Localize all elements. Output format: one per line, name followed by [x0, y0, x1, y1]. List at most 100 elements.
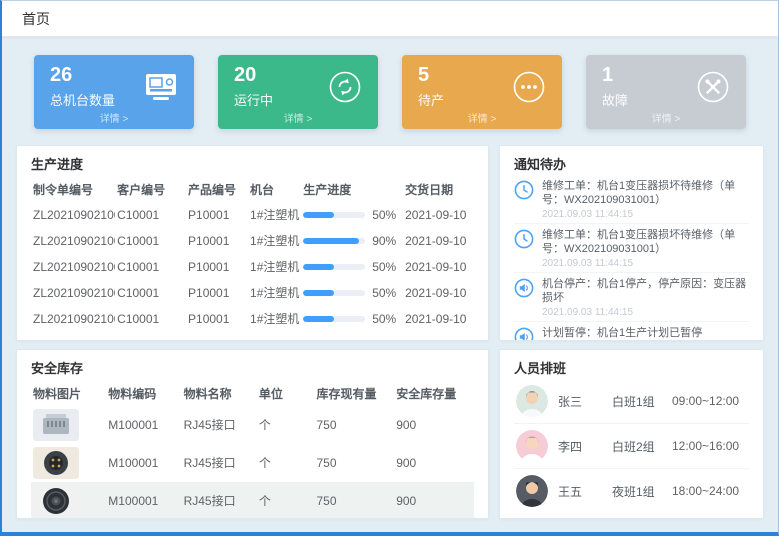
column-header: 物料编码 [106, 379, 181, 406]
notice-item[interactable]: 维修工单：机台1变压器损坏待维修（单号：WX202109031001） 2021… [514, 175, 749, 224]
stock-row[interactable]: M100001 RJ45接口 个 750 900 [31, 444, 474, 482]
progress-cell: 50% [301, 202, 403, 228]
progress-bar-track [303, 238, 365, 244]
card-label: 待产 [418, 90, 444, 109]
notice-item[interactable]: 维修工单：机台1变压器损坏待维修（单号：WX202109031001） 2021… [514, 224, 749, 273]
connector-photo [33, 447, 79, 479]
order-no-cell: ZL202109021001 [31, 254, 115, 280]
column-header: 库存现有量 [314, 379, 394, 406]
card-value: 1 [602, 64, 628, 87]
progress-percent: 50% [372, 312, 396, 326]
card-value: 20 [234, 64, 273, 87]
rj45-photo [33, 409, 79, 441]
delivery-date-cell: 2021-09-10 [403, 306, 474, 332]
on-hand-cell: 750 [314, 406, 394, 444]
production-row[interactable]: ZL202109021001 C10001 P10001 1#注塑机 50% 2… [31, 254, 474, 280]
avatar [516, 385, 548, 417]
stock-row[interactable]: M100001 RJ45接口 个 750 900 [31, 406, 474, 444]
table-header-row: 制令单编号 客户编号 产品编号 机台 生产进度 交货日期 [31, 175, 474, 202]
material-code-cell: M100001 [106, 482, 181, 519]
material-code-cell: M100001 [106, 444, 181, 482]
panel-title: 人员排班 [514, 358, 749, 377]
notice-body: 计划暂停：机台1生产计划已暂停 2021.09.03 11:44:15 [542, 326, 749, 341]
detail-link[interactable]: 详情 > [34, 108, 194, 129]
card-label: 总机台数量 [50, 90, 115, 109]
material-name-cell: RJ45接口 [182, 482, 257, 519]
notice-text: 维修工单：机台1变压器损坏待维修（单号：WX202109031001） [542, 179, 749, 207]
person-time: 09:00~12:00 [672, 394, 739, 408]
stat-cards-row: 26 总机台数量 详情 > 20 运行中 [34, 55, 746, 129]
stat-card-total-machines[interactable]: 26 总机台数量 详情 > [34, 55, 194, 129]
card-value: 5 [418, 64, 444, 87]
column-header: 制令单编号 [31, 175, 115, 202]
notice-item[interactable]: 计划暂停：机台1生产计划已暂停 2021.09.03 11:44:15 [514, 322, 749, 341]
schedule-row[interactable]: 王五 夜班1组 18:00~24:00 [514, 469, 749, 513]
production-row[interactable]: ZL202109021001 C10001 P10001 1#注塑机 50% 2… [31, 280, 474, 306]
progress-cell: 50% [301, 280, 403, 306]
page-title-tab[interactable]: 首页 [22, 9, 50, 29]
production-row[interactable]: ZL202109021001 C10001 P10001 1#注塑机 90% 2… [31, 228, 474, 254]
schedule-row[interactable]: 李四 白班2组 12:00~16:00 [514, 424, 749, 469]
progress-bar-fill [303, 290, 334, 296]
panels-grid: 生产进度 制令单编号 客户编号 产品编号 机台 生产进度 交货日期 [16, 145, 764, 519]
person-time: 12:00~16:00 [672, 439, 739, 453]
person-shift: 白班2组 [612, 438, 672, 455]
detail-link[interactable]: 详情 > [586, 108, 746, 129]
production-table: 制令单编号 客户编号 产品编号 机台 生产进度 交货日期 ZL202109021… [31, 175, 474, 332]
production-row[interactable]: ZL202109021001 C10001 P10001 1#注塑机 50% 2… [31, 306, 474, 332]
material-name-cell: RJ45接口 [182, 406, 257, 444]
on-hand-cell: 750 [314, 482, 394, 519]
progress-bar-fill [303, 264, 334, 270]
notice-time: 2021.09.03 11:44:15 [542, 258, 749, 269]
delivery-date-cell: 2021-09-10 [403, 202, 474, 228]
customer-no-cell: C10001 [115, 280, 186, 306]
customer-no-cell: C10001 [115, 254, 186, 280]
notice-text: 机台停产：机台1停产，停产原因：变压器损坏 [542, 277, 749, 305]
material-name-cell: RJ45接口 [182, 444, 257, 482]
notice-time: 2021.09.03 11:44:15 [542, 209, 749, 220]
unit-cell: 个 [257, 482, 315, 519]
notice-body: 机台停产：机台1停产，停产原因：变压器损坏 2021.09.03 11:44:1… [542, 277, 749, 318]
ellipsis-icon [512, 70, 546, 104]
stat-card-waiting[interactable]: 5 待产 详情 > [402, 55, 562, 129]
progress-percent: 50% [372, 260, 396, 274]
notice-item[interactable]: 机台停产：机台1停产，停产原因：变压器损坏 2021.09.03 11:44:1… [514, 273, 749, 322]
production-row[interactable]: ZL202109021001 C10001 P10001 1#注塑机 50% 2… [31, 202, 474, 228]
unit-cell: 个 [257, 444, 315, 482]
stat-card-running[interactable]: 20 运行中 详情 > [218, 55, 378, 129]
stock-table: 物料图片 物料编码 物料名称 单位 库存现有量 安全库存量 [31, 379, 474, 519]
speaker-photo [33, 485, 79, 517]
production-progress-panel: 生产进度 制令单编号 客户编号 产品编号 机台 生产进度 交货日期 [16, 145, 489, 341]
content-area: 26 总机台数量 详情 > 20 运行中 [2, 37, 778, 519]
notice-body: 维修工单：机台1变压器损坏待维修（单号：WX202109031001） 2021… [542, 179, 749, 220]
machine-cell: 1#注塑机 [248, 306, 301, 332]
card-body: 5 待产 [402, 55, 562, 109]
card-body: 1 故障 [586, 55, 746, 109]
card-body: 20 运行中 [218, 55, 378, 109]
stat-card-fault[interactable]: 1 故障 详情 > [586, 55, 746, 129]
card-value: 26 [50, 64, 115, 87]
column-header: 客户编号 [115, 175, 186, 202]
schedule-row[interactable]: 张三 白班1组 09:00~12:00 [514, 379, 749, 424]
card-text: 5 待产 [418, 64, 444, 109]
customer-no-cell: C10001 [115, 202, 186, 228]
person-name: 王五 [558, 483, 612, 500]
safety-stock-panel: 安全库存 物料图片 物料编码 物料名称 单位 库存现有量 安全库存量 [16, 349, 489, 519]
stock-row[interactable]: M100001 RJ45接口 个 750 900 [31, 482, 474, 519]
notice-body: 维修工单：机台1变压器损坏待维修（单号：WX202109031001） 2021… [542, 228, 749, 269]
customer-no-cell: C10001 [115, 306, 186, 332]
progress-bar-fill [303, 316, 334, 322]
detail-link[interactable]: 详情 > [218, 108, 378, 129]
avatar [516, 430, 548, 462]
dashboard-page: 首页 26 总机台数量 详情 > 20 [0, 0, 779, 536]
column-header: 生产进度 [301, 175, 403, 202]
material-code-cell: M100001 [106, 406, 181, 444]
speaker-icon [514, 327, 534, 341]
column-header: 单位 [257, 379, 315, 406]
delivery-date-cell: 2021-09-10 [403, 254, 474, 280]
detail-link[interactable]: 详情 > [402, 108, 562, 129]
material-image-cell [31, 406, 106, 444]
progress-percent: 50% [372, 208, 396, 222]
column-header: 机台 [248, 175, 301, 202]
person-time: 18:00~24:00 [672, 484, 739, 498]
